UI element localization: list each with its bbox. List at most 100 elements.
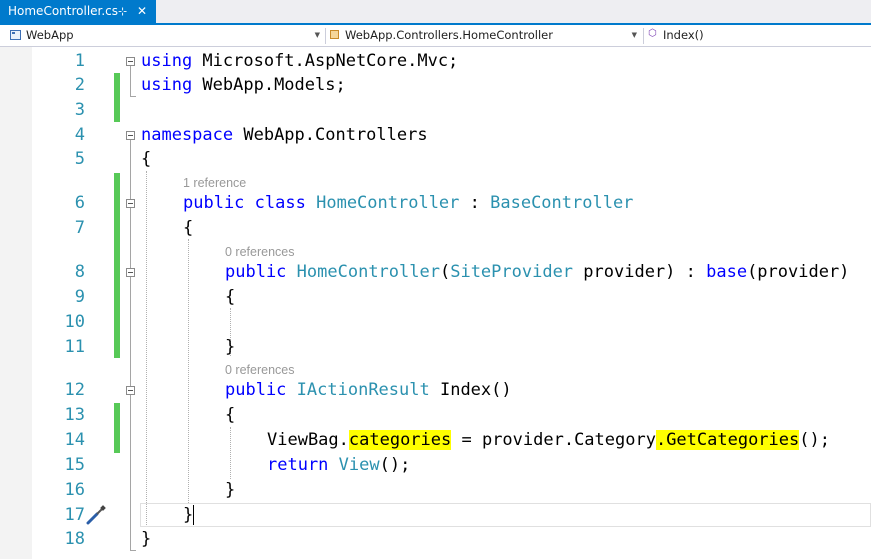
indent-guide [188, 239, 189, 503]
line-number: 1 [74, 51, 85, 71]
chevron-down-icon: ▼ [631, 31, 637, 39]
code-line: return View(); [267, 453, 410, 477]
member-dropdown[interactable]: ⬡ Index() [645, 27, 871, 44]
tab-homecontroller[interactable]: HomeController.cs ⊹ ✕ [0, 0, 156, 23]
code-line: using WebApp.Models; [141, 73, 346, 97]
method-icon: ⬡ [648, 28, 657, 39]
code-line: } [225, 335, 235, 359]
code-line: ViewBag.categories = provider.Category.G… [267, 428, 830, 452]
collapse-icon[interactable] [126, 131, 135, 140]
keyword: base [706, 262, 748, 282]
keyword: return [267, 455, 329, 475]
highlighted-text: .GetCategories [655, 430, 800, 450]
codelens-references[interactable]: 0 references [225, 244, 294, 260]
keyword: public [225, 380, 287, 400]
outline-line [130, 550, 136, 551]
type-name: IActionResult [296, 380, 430, 400]
project-icon [10, 30, 21, 40]
line-number: 11 [64, 337, 85, 357]
code-text: WebApp.Controllers [233, 125, 428, 145]
code-editor[interactable]: 1 2 3 4 5 6 7 8 9 10 11 12 13 14 15 16 1… [0, 47, 871, 559]
keyword: using [141, 75, 193, 95]
code-text: Microsoft.AspNetCore.Mvc; [192, 51, 459, 71]
close-icon[interactable]: ✕ [137, 0, 147, 23]
project-dropdown-label: WebApp [26, 28, 74, 42]
text-caret [193, 505, 194, 525]
type-name: BaseController [490, 193, 634, 213]
change-marker [114, 403, 120, 453]
code-text: } [141, 529, 152, 549]
type-name: HomeController [296, 262, 440, 282]
screwdriver-icon[interactable] [86, 505, 108, 525]
project-dropdown[interactable]: WebApp ▼ [8, 27, 324, 44]
code-line: { [141, 147, 151, 171]
collapse-icon[interactable] [126, 268, 135, 277]
chevron-down-icon: ▼ [314, 31, 320, 39]
indent-guide [230, 427, 231, 479]
code-text: (); [799, 430, 830, 450]
navbar-divider [325, 28, 326, 44]
line-number: 14 [64, 430, 85, 450]
line-number: 18 [64, 529, 85, 549]
document-tab-strip: HomeController.cs ⊹ ✕ [0, 0, 871, 25]
code-text: Index() [429, 380, 512, 400]
navigation-bar: WebApp ▼ WebApp.Controllers.HomeControll… [0, 25, 871, 47]
line-number: 4 [74, 125, 85, 145]
code-line: public HomeController(SiteProvider provi… [225, 260, 849, 284]
line-number: 13 [64, 405, 85, 425]
current-line-highlight [140, 503, 871, 527]
codelens-references[interactable]: 0 references [225, 362, 294, 378]
code-line: } [141, 527, 151, 551]
type-name: HomeController [316, 193, 460, 213]
codelens-references[interactable]: 1 reference [183, 175, 246, 191]
code-text: ViewBag. [267, 430, 349, 450]
code-text: (provider) [747, 262, 850, 282]
code-text: : [459, 193, 491, 213]
line-number: 6 [74, 193, 85, 213]
line-number: 9 [74, 287, 85, 307]
type-name: View [338, 455, 380, 475]
indent-guide [146, 171, 147, 527]
member-dropdown-label: Index() [663, 28, 704, 42]
collapse-icon[interactable] [126, 199, 135, 208]
tab-title: HomeController.cs [8, 4, 119, 18]
code-text: { [225, 287, 236, 307]
code-line: { [183, 216, 193, 240]
code-text: provider) : [573, 262, 707, 282]
code-line: namespace WebApp.Controllers [141, 123, 428, 147]
outline-line [130, 66, 131, 96]
keyword: public [225, 262, 287, 282]
change-marker [114, 73, 120, 122]
line-number: 12 [64, 380, 85, 400]
code-text: } [183, 505, 194, 525]
navbar-divider [643, 28, 644, 44]
code-text: ( [439, 262, 451, 282]
code-line: } [183, 503, 193, 527]
code-text: = provider.Category [451, 430, 656, 450]
code-text: } [225, 337, 236, 357]
highlighted-text: categories [348, 430, 452, 450]
line-number: 8 [74, 262, 85, 282]
code-text: (); [379, 455, 411, 475]
code-line: using Microsoft.AspNetCore.Mvc; [141, 49, 458, 73]
code-text: { [183, 218, 194, 238]
outline-line [130, 96, 136, 97]
code-text: } [225, 480, 236, 500]
code-text: { [141, 149, 152, 169]
code-line: } [225, 478, 235, 502]
line-number: 7 [74, 218, 85, 238]
collapse-icon[interactable] [126, 57, 135, 66]
keyword: namespace [141, 125, 234, 145]
line-number: 15 [64, 455, 85, 475]
pin-icon[interactable]: ⊹ [118, 0, 127, 23]
line-number: 17 [64, 505, 85, 525]
class-dropdown[interactable]: WebApp.Controllers.HomeController ▼ [327, 27, 641, 44]
keyword: using [141, 51, 193, 71]
editor-left-margin [0, 47, 32, 559]
line-number: 5 [74, 149, 85, 169]
collapse-icon[interactable] [126, 386, 135, 395]
